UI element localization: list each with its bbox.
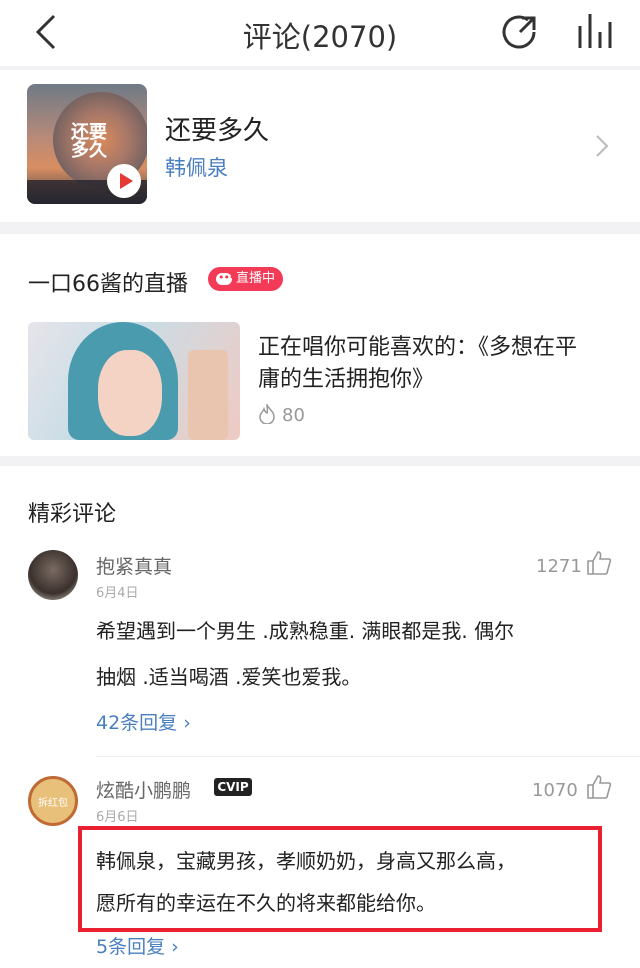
album-cover[interactable]: 还要多久: [27, 84, 147, 204]
avatar[interactable]: [28, 550, 78, 600]
comment-text-line: 韩佩泉，宝藏男孩，孝顺奶奶，身高又那么高，: [96, 849, 516, 873]
comment-text-line: 抽烟 .适当喝酒 .爱笑也爱我。: [96, 665, 362, 689]
chevron-right-icon[interactable]: [592, 132, 612, 160]
comment-username[interactable]: 抱紧真真: [96, 552, 172, 579]
share-icon[interactable]: [498, 12, 542, 52]
section-title: 精彩评论: [28, 502, 117, 527]
comment-text-line: 愿所有的幸运在不久的将来都能给你。: [96, 891, 436, 915]
like-count: 1070: [532, 780, 578, 801]
comment-text-line: 希望遇到一个男生 .成熟稳重. 满眼都是我. 偶尔: [96, 619, 515, 643]
comment-date: 6月4日: [96, 586, 139, 601]
page-title: 评论(2070): [242, 20, 398, 54]
live-badge: 直播中: [208, 266, 284, 291]
comments-section: 精彩评论 抱紧真真 6月4日 1271 希望遇到一个男生 .成熟稳重. 满眼都是…: [0, 466, 640, 968]
comment-username[interactable]: 炫酷小鹏鹏: [96, 776, 191, 803]
cover-title: 还要多久: [71, 122, 107, 161]
live-heat: 80: [258, 404, 305, 426]
live-title: 一口66酱的直播: [28, 272, 188, 297]
live-badge-label: 直播中: [236, 271, 276, 286]
live-dots-icon: [216, 266, 234, 290]
artist-link[interactable]: 韩佩泉: [165, 152, 228, 182]
song-card[interactable]: 还要多久 还要多久 韩佩泉: [0, 70, 640, 222]
thumbs-up-icon[interactable]: [586, 774, 612, 800]
live-thumbnail[interactable]: [28, 322, 240, 440]
equalizer-icon[interactable]: [574, 12, 618, 52]
comment-divider: [96, 756, 640, 757]
vip-badge: CVIP: [214, 778, 252, 796]
play-icon[interactable]: [107, 164, 141, 198]
thumbs-up-icon[interactable]: [586, 550, 612, 576]
replies-link[interactable]: 42条回复 ›: [96, 708, 191, 735]
live-description: 正在唱你可能喜欢的：《多想在平庸的生活拥抱你》: [258, 335, 578, 392]
song-title: 还要多久: [165, 116, 270, 146]
flame-icon: [259, 404, 275, 424]
like-count: 1271: [536, 556, 582, 577]
comment-date: 6月6日: [96, 810, 139, 825]
section-gap: [0, 456, 640, 466]
section-gap: [0, 222, 640, 234]
live-card[interactable]: 一口66酱的直播 直播中 正在唱你可能喜欢的：《多想在平庸的生活拥抱你》 80: [0, 234, 640, 456]
heat-count: 80: [282, 405, 305, 426]
replies-link[interactable]: 5条回复 ›: [96, 932, 179, 959]
avatar-label: 拆红包: [38, 798, 68, 809]
top-bar: 评论(2070): [0, 0, 640, 66]
thumbnail-phone: [188, 350, 228, 440]
thumbnail-face: [98, 350, 162, 436]
avatar[interactable]: 拆红包: [28, 776, 78, 826]
